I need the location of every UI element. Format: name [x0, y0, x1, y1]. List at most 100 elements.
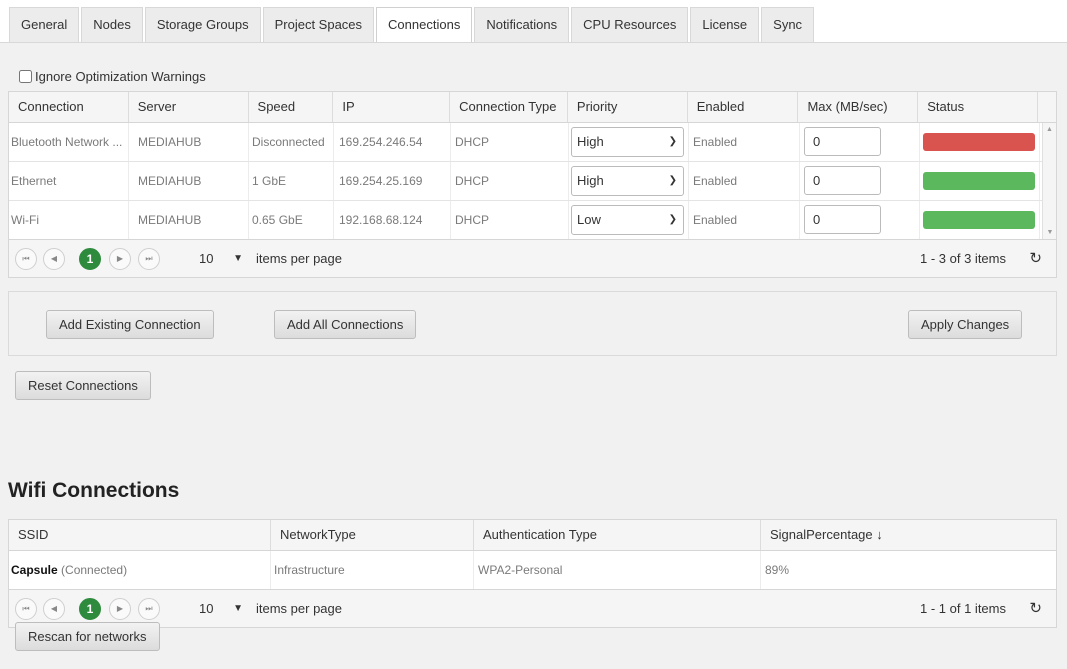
pager-info: 1 - 1 of 1 items — [920, 601, 1006, 616]
col-status[interactable]: Status — [918, 92, 1038, 122]
wifi-section-title: Wifi Connections — [8, 479, 180, 502]
tab-general[interactable]: General — [9, 7, 80, 43]
last-page-icon[interactable]: ⏭ — [138, 598, 160, 620]
apply-changes-button[interactable]: Apply Changes — [908, 310, 1023, 339]
add-all-connections-button[interactable]: Add All Connections — [274, 310, 417, 339]
cell-enabled[interactable]: Enabled — [689, 123, 800, 161]
max-speed-input[interactable]: 0 — [804, 205, 881, 234]
prev-page-icon[interactable]: ◀ — [43, 248, 65, 270]
wifi-grid: SSID NetworkType Authentication Type Sig… — [8, 519, 1057, 628]
chevron-down-icon: ❯ — [668, 175, 677, 186]
tab-cpu-resources[interactable]: CPU Resources — [571, 7, 689, 43]
refresh-icon[interactable]: ↻ — [1029, 598, 1042, 620]
priority-value: High — [577, 134, 604, 149]
page-size-select[interactable]: 10 ▼ — [191, 248, 247, 270]
priority-value: Low — [577, 212, 601, 227]
cell-speed: 1 GbE — [249, 162, 334, 200]
prev-page-icon[interactable]: ◀ — [43, 598, 65, 620]
reset-connections-button[interactable]: Reset Connections — [15, 371, 151, 400]
tab-storage-groups[interactable]: Storage Groups — [144, 7, 261, 43]
scroll-down-icon[interactable]: ▼ — [1043, 229, 1057, 236]
cell-priority: Low ❯ — [569, 201, 689, 239]
connections-pager: ⏮ ◀ 1 ▶ ⏭ 10 ▼ items per page 1 - 3 of 3 … — [9, 239, 1056, 277]
max-speed-input[interactable]: 0 — [804, 166, 881, 195]
pager-info: 1 - 3 of 3 items — [920, 251, 1006, 266]
cell-server: MEDIAHUB — [129, 162, 249, 200]
col-ip[interactable]: IP — [333, 92, 451, 122]
col-enabled[interactable]: Enabled — [688, 92, 799, 122]
cell-max: 0 — [800, 201, 920, 239]
priority-select[interactable]: Low ❯ — [571, 205, 684, 235]
status-indicator — [923, 211, 1035, 229]
table-row[interactable]: Bluetooth Network ... MEDIAHUB Disconnec… — [9, 123, 1056, 162]
cell-server: MEDIAHUB — [129, 201, 249, 239]
tab-sync[interactable]: Sync — [761, 7, 815, 43]
rescan-networks-button[interactable]: Rescan for networks — [15, 622, 160, 651]
cell-ip: 192.168.68.124 — [334, 201, 451, 239]
status-indicator — [923, 172, 1035, 190]
add-existing-connection-button[interactable]: Add Existing Connection — [46, 310, 214, 339]
max-speed-input[interactable]: 0 — [804, 127, 881, 156]
cell-status — [920, 123, 1040, 161]
ssid-name: Capsule — [11, 563, 58, 577]
tab-notifications[interactable]: Notifications — [474, 7, 570, 43]
col-signal-percentage[interactable]: SignalPercentage ↓ — [761, 520, 1056, 550]
table-row[interactable]: Wi-Fi MEDIAHUB 0.65 GbE 192.168.68.124 D… — [9, 201, 1056, 239]
priority-select[interactable]: High ❯ — [571, 127, 684, 157]
first-page-icon[interactable]: ⏮ — [15, 598, 37, 620]
header-scroll-gutter — [1038, 92, 1056, 122]
col-connection-type[interactable]: Connection Type — [450, 92, 568, 122]
next-page-icon[interactable]: ▶ — [109, 248, 131, 270]
status-indicator — [923, 133, 1035, 151]
cell-max: 0 — [800, 162, 920, 200]
cell-network-type: Infrastructure — [271, 551, 474, 589]
cell-status — [920, 162, 1040, 200]
tab-connections[interactable]: Connections — [376, 7, 473, 43]
cell-status — [920, 201, 1040, 239]
col-speed[interactable]: Speed — [249, 92, 334, 122]
col-server[interactable]: Server — [129, 92, 249, 122]
col-authentication-type[interactable]: Authentication Type — [474, 520, 761, 550]
table-row[interactable]: Ethernet MEDIAHUB 1 GbE 169.254.25.169 D… — [9, 162, 1056, 201]
ssid-status: (Connected) — [61, 563, 128, 577]
tab-project-spaces[interactable]: Project Spaces — [262, 7, 375, 43]
ignore-warnings-row: Ignore Optimization Warnings — [19, 69, 206, 84]
col-network-type[interactable]: NetworkType — [271, 520, 474, 550]
next-page-icon[interactable]: ▶ — [109, 598, 131, 620]
tab-bar: General Nodes Storage Groups Project Spa… — [9, 7, 816, 43]
page-number-current[interactable]: 1 — [79, 248, 101, 270]
connection-actions-box: Add Existing Connection Add All Connecti… — [8, 291, 1057, 356]
items-per-page-label: items per page — [256, 601, 342, 616]
table-row[interactable]: Capsule (Connected) Infrastructure WPA2-… — [9, 551, 1056, 589]
col-ssid[interactable]: SSID — [9, 520, 271, 550]
page-number-current[interactable]: 1 — [79, 598, 101, 620]
first-page-icon[interactable]: ⏮ — [15, 248, 37, 270]
cell-ssid: Capsule (Connected) — [9, 551, 271, 589]
cell-priority: High ❯ — [569, 162, 689, 200]
refresh-icon[interactable]: ↻ — [1029, 248, 1042, 270]
wifi-grid-header: SSID NetworkType Authentication Type Sig… — [9, 520, 1056, 551]
cell-signal: 89% — [765, 563, 790, 577]
page-size-select[interactable]: 10 ▼ — [191, 598, 247, 620]
cell-connection: Bluetooth Network ... — [9, 123, 129, 161]
cell-type: DHCP — [451, 201, 569, 239]
cell-connection: Wi-Fi — [9, 201, 129, 239]
cell-ip: 169.254.246.54 — [334, 123, 451, 161]
cell-speed: 0.65 GbE — [249, 201, 334, 239]
cell-enabled[interactable]: Enabled — [689, 201, 800, 239]
priority-select[interactable]: High ❯ — [571, 166, 684, 196]
vertical-scrollbar[interactable]: ▲ ▼ — [1042, 123, 1056, 239]
caret-down-icon: ▼ — [233, 603, 243, 614]
scroll-up-icon[interactable]: ▲ — [1043, 126, 1056, 133]
cell-enabled[interactable]: Enabled — [689, 162, 800, 200]
tab-license[interactable]: License — [690, 7, 760, 43]
ignore-warnings-checkbox[interactable] — [19, 70, 32, 83]
col-max[interactable]: Max (MB/sec) — [798, 92, 919, 122]
page-size-value: 10 — [199, 251, 214, 266]
chevron-down-icon: ❯ — [668, 214, 677, 225]
tab-nodes[interactable]: Nodes — [81, 7, 143, 43]
cell-server: MEDIAHUB — [129, 123, 249, 161]
last-page-icon[interactable]: ⏭ — [138, 248, 160, 270]
col-priority[interactable]: Priority — [568, 92, 688, 122]
col-connection[interactable]: Connection — [9, 92, 129, 122]
